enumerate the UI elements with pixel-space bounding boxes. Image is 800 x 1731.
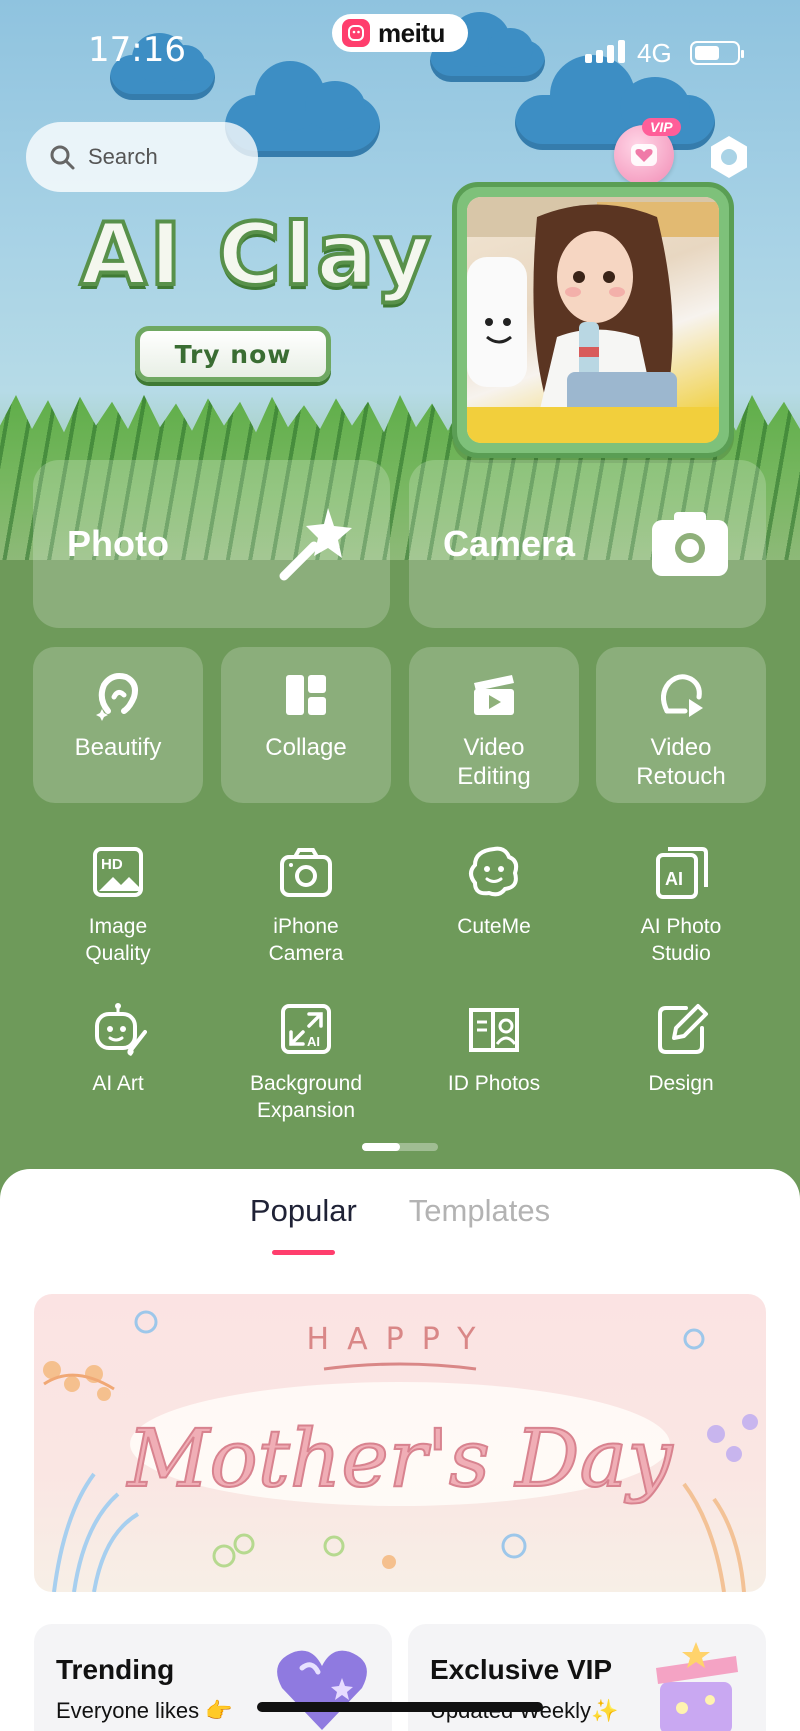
beautify-icon <box>96 673 138 721</box>
video-retouch-icon <box>661 674 703 717</box>
video-editing-card[interactable]: Video Editing <box>409 647 579 803</box>
feed-tabs: Popular Templates <box>0 1193 800 1255</box>
brand-pill: meitu <box>332 14 468 52</box>
svg-text:HD: HD <box>101 856 123 873</box>
cuteme-label: CuteMe <box>457 915 531 938</box>
iphone-camera-label: iPhone Camera <box>268 915 344 965</box>
mothers-day-banner[interactable]: HAPPY Mother's Day <box>34 1294 766 1592</box>
search-icon <box>50 145 75 170</box>
beautify-label: Beautify <box>74 734 162 761</box>
iphone-camera-icon <box>280 848 332 897</box>
brand-name: meitu <box>378 17 445 48</box>
ai-photo-studio-tool[interactable]: AI AI Photo Studio <box>596 843 766 967</box>
id-photos-icon <box>469 1008 519 1052</box>
design-tool[interactable]: Design <box>596 1000 766 1097</box>
ai-clay-sample-image <box>467 197 719 443</box>
video-editing-label: Video Editing <box>457 734 531 790</box>
hd-image-icon: HD <box>93 847 143 897</box>
iphone-camera-tool[interactable]: iPhone Camera <box>221 843 391 967</box>
heart-icon <box>631 144 657 166</box>
ai-art-tool[interactable]: AI Art <box>33 1000 203 1097</box>
promo-happy-text: HAPPY <box>306 1322 494 1357</box>
cuteme-tool[interactable]: CuteMe <box>409 843 579 940</box>
gift-box-icon <box>656 1642 738 1731</box>
battery-icon <box>690 41 744 65</box>
background-expansion-label: Background Expansion <box>249 1072 363 1122</box>
page-indicator <box>362 1143 438 1151</box>
tab-popular[interactable]: Popular <box>250 1193 357 1255</box>
ai-photo-studio-label: AI Photo Studio <box>640 915 722 965</box>
search-bar[interactable]: Search <box>26 122 258 192</box>
video-editing-icon <box>474 675 514 715</box>
settings-gear-icon[interactable] <box>704 132 754 182</box>
promo-mothers-day-text: Mother's Day <box>127 1411 674 1506</box>
background-expansion-icon: AI <box>281 1004 331 1054</box>
beautify-card[interactable]: Beautify <box>33 647 203 803</box>
id-photos-label: ID Photos <box>447 1072 541 1095</box>
search-placeholder: Search <box>88 144 158 169</box>
design-icon <box>658 1004 708 1054</box>
tab-templates[interactable]: Templates <box>409 1193 550 1229</box>
banner-photo-frame[interactable] <box>452 182 734 458</box>
video-retouch-label: Video Retouch <box>636 734 726 790</box>
cellular-signal-icon <box>585 40 625 63</box>
magic-wand-icon <box>279 508 352 581</box>
svg-text:AI: AI <box>307 1034 320 1049</box>
try-now-button[interactable]: Try now <box>135 326 331 382</box>
network-type: 4G <box>637 38 672 68</box>
background-expansion-tool[interactable]: AI Background Expansion <box>221 1000 391 1124</box>
image-quality-tool[interactable]: HD Image Quality <box>33 843 203 967</box>
collage-icon <box>286 675 326 715</box>
camera-icon <box>652 512 728 576</box>
meitu-logo-icon <box>342 19 370 47</box>
cloud-decoration <box>515 55 715 150</box>
ai-art-icon <box>95 1003 147 1056</box>
svg-text:AI: AI <box>665 869 683 889</box>
image-quality-label: Image Quality <box>85 915 151 965</box>
camera-card[interactable]: Camera <box>409 460 766 628</box>
feed-sheet: Popular Templates HAPPY Mother's Day Tre… <box>0 1169 800 1731</box>
vip-badge: VIP <box>642 118 681 136</box>
camera-label: Camera <box>443 523 576 564</box>
ai-art-label: AI Art <box>92 1072 144 1095</box>
id-photos-tool[interactable]: ID Photos <box>409 1000 579 1097</box>
photo-card[interactable]: Photo <box>33 460 390 628</box>
banner-title: AI Clay <box>78 203 434 307</box>
exclusive-vip-card[interactable]: Exclusive VIP Updated Weekly✨ <box>408 1624 766 1731</box>
purple-heart-icon <box>277 1650 367 1730</box>
design-label: Design <box>648 1072 714 1095</box>
cuteme-icon <box>469 846 519 897</box>
home-indicator[interactable] <box>257 1702 543 1712</box>
video-retouch-card[interactable]: Video Retouch <box>596 647 766 803</box>
trending-card[interactable]: Trending Everyone likes 👉 <box>34 1624 392 1731</box>
collage-card[interactable]: Collage <box>221 647 391 803</box>
collage-label: Collage <box>265 734 347 761</box>
photo-label: Photo <box>67 523 169 564</box>
ai-photo-studio-icon: AI <box>656 847 708 899</box>
status-time: 17:16 <box>88 30 186 70</box>
